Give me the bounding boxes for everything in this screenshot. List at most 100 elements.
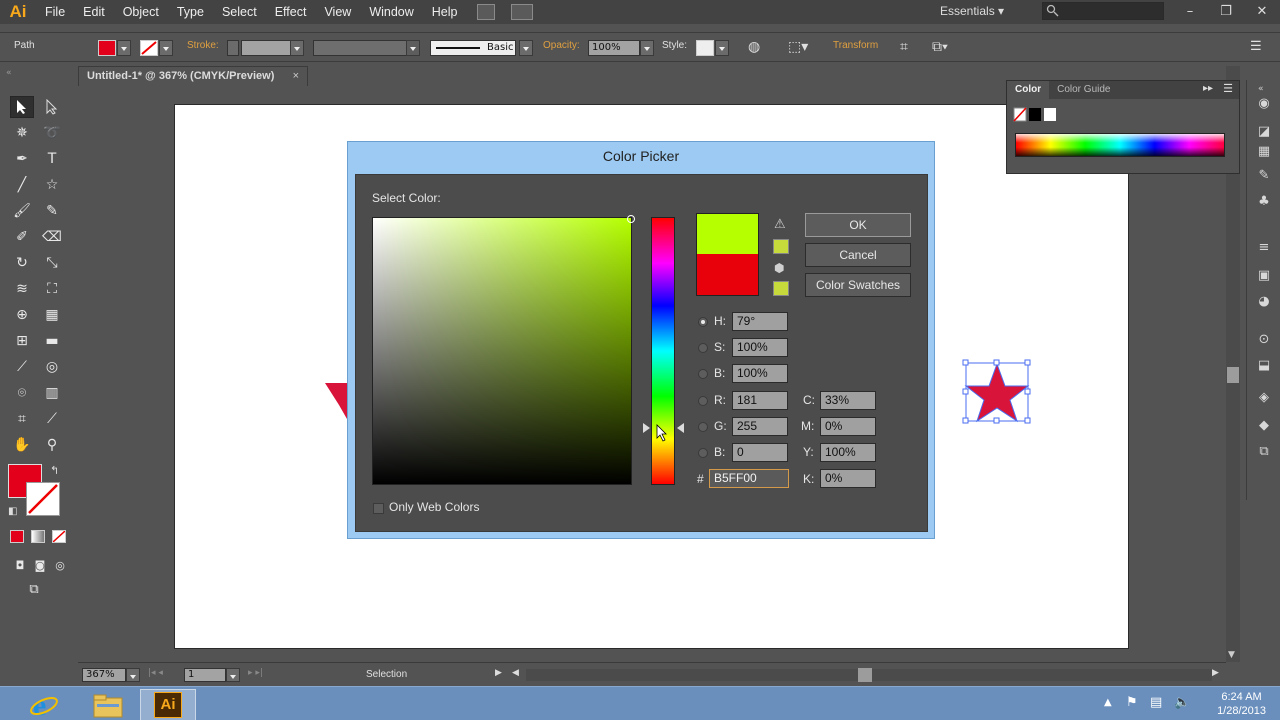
- graphic-style-dropdown[interactable]: [715, 40, 729, 56]
- show-hidden-icons-icon[interactable]: ▲: [1104, 697, 1112, 708]
- zoom-tool-icon[interactable]: ⚲: [40, 434, 64, 456]
- hue-slider-handle-left[interactable]: [643, 423, 650, 433]
- close-icon[interactable]: ✕: [1244, 0, 1280, 22]
- color-panel-icon[interactable]: ◉: [1255, 96, 1273, 112]
- saturation-radio[interactable]: [698, 343, 708, 353]
- swatches-icon[interactable]: ▦: [1255, 144, 1273, 160]
- black-field[interactable]: 0%: [820, 469, 876, 488]
- transparency-icon[interactable]: ◕: [1255, 294, 1273, 310]
- column-graph-tool-icon[interactable]: ▥: [40, 382, 64, 404]
- line-tool-icon[interactable]: ╱: [10, 174, 34, 196]
- shape-builder-tool-icon[interactable]: ⊕: [10, 304, 34, 326]
- cyan-field[interactable]: 33%: [820, 391, 876, 410]
- star-tool-icon[interactable]: ☆: [40, 174, 64, 196]
- stroke-label[interactable]: Stroke:: [187, 40, 219, 51]
- arrange-documents-icon[interactable]: [510, 4, 533, 20]
- default-fill-stroke-icon[interactable]: ◧: [8, 506, 17, 517]
- screen-mode-icon[interactable]: ⧉: [22, 578, 46, 600]
- menu-view[interactable]: View: [315, 0, 360, 24]
- menu-file[interactable]: File: [36, 0, 74, 24]
- file-explorer-icon[interactable]: [80, 689, 136, 720]
- bridge-icon[interactable]: [476, 4, 495, 20]
- eyedropper-tool-icon[interactable]: ⟋: [10, 356, 34, 378]
- graphic-styles-icon[interactable]: ⬓: [1255, 358, 1273, 374]
- rotate-tool-icon[interactable]: ↻: [10, 252, 34, 274]
- selected-star-shape[interactable]: [961, 357, 1031, 427]
- scroll-left-icon[interactable]: ◀: [512, 668, 519, 678]
- only-web-colors-label[interactable]: Only Web Colors: [389, 500, 479, 514]
- menu-select[interactable]: Select: [213, 0, 266, 24]
- draw-inside-icon[interactable]: ◎: [48, 554, 72, 576]
- search-input[interactable]: [1042, 2, 1164, 20]
- mesh-tool-icon[interactable]: ⊞: [10, 330, 34, 352]
- internet-explorer-icon[interactable]: e: [16, 689, 72, 720]
- maximize-icon[interactable]: ❐: [1208, 0, 1244, 22]
- symbols-icon[interactable]: ♣: [1255, 194, 1273, 210]
- web-safe-color-swatch[interactable]: [773, 281, 789, 296]
- horizontal-scroll-thumb[interactable]: [858, 668, 872, 682]
- color-panel-menu-icon[interactable]: ☰: [1223, 82, 1233, 95]
- red-radio[interactable]: [698, 396, 708, 406]
- volume-icon[interactable]: 🔈: [1174, 695, 1190, 710]
- green-field[interactable]: 255: [732, 417, 788, 436]
- appearance-icon[interactable]: ⊙: [1255, 332, 1273, 348]
- warp-tool-icon[interactable]: ≋: [10, 278, 34, 300]
- gradient-tool-icon[interactable]: ▬: [40, 330, 64, 352]
- stroke-dropdown[interactable]: [159, 40, 173, 56]
- artboards-icon[interactable]: ⧉: [1255, 444, 1273, 460]
- perspective-grid-tool-icon[interactable]: ▦: [40, 304, 64, 326]
- stroke-panel-icon[interactable]: ≡: [1255, 240, 1273, 256]
- hue-slider-handle-right[interactable]: [677, 423, 684, 433]
- opacity-field[interactable]: 100%: [588, 40, 640, 56]
- original-color-preview[interactable]: [696, 254, 759, 296]
- last-artboard-icon[interactable]: ▸ ▸|: [248, 668, 263, 678]
- menu-window[interactable]: Window: [360, 0, 422, 24]
- blob-brush-tool-icon[interactable]: ✐: [10, 226, 34, 248]
- layers-icon[interactable]: ◆: [1255, 418, 1273, 434]
- collapse-dock-icon[interactable]: «: [1258, 84, 1264, 94]
- expand-panel-icon[interactable]: ▸▸: [1203, 83, 1213, 94]
- selection-tool-icon[interactable]: [10, 96, 34, 118]
- taskbar-illustrator-button[interactable]: Ai: [140, 689, 196, 720]
- hex-field[interactable]: B5FF00: [709, 469, 789, 488]
- hue-field[interactable]: 79°: [732, 312, 788, 331]
- eraser-tool-icon[interactable]: ⌫: [40, 226, 64, 248]
- status-menu-icon[interactable]: ▶: [495, 668, 502, 678]
- cancel-button[interactable]: Cancel: [805, 243, 911, 267]
- color-panel-swatches[interactable]: [1013, 107, 1063, 123]
- recolor-artwork-icon[interactable]: ◍: [748, 38, 760, 55]
- yellow-field[interactable]: 100%: [820, 443, 876, 462]
- arrange-icon[interactable]: ⧉▾: [932, 38, 948, 55]
- symbol-sprayer-tool-icon[interactable]: ⌾: [10, 382, 34, 404]
- menu-type[interactable]: Type: [168, 0, 213, 24]
- panel-menu-icon[interactable]: ☰: [1250, 38, 1262, 54]
- artboard-number-field[interactable]: 1: [184, 668, 226, 682]
- align-icon[interactable]: ⬚▾: [788, 38, 808, 55]
- system-clock[interactable]: 6:24 AM 1/28/2013: [1217, 690, 1266, 718]
- menu-help[interactable]: Help: [423, 0, 467, 24]
- menu-effect[interactable]: Effect: [266, 0, 316, 24]
- direct-selection-tool-icon[interactable]: [40, 96, 64, 118]
- color-selection-marker[interactable]: [627, 215, 635, 223]
- brushes-icon[interactable]: ✎: [1255, 168, 1273, 184]
- close-document-icon[interactable]: ×: [293, 67, 299, 86]
- stroke-color-box[interactable]: [26, 482, 60, 516]
- brush-definition-field[interactable]: Basic: [430, 40, 516, 56]
- blue-radio[interactable]: [698, 448, 708, 458]
- scroll-right-icon[interactable]: ▶: [1212, 668, 1219, 678]
- brightness-field[interactable]: 100%: [732, 364, 788, 383]
- red-field[interactable]: 181: [732, 391, 788, 410]
- blue-field[interactable]: 0: [732, 443, 788, 462]
- pencil-tool-icon[interactable]: ✎: [40, 200, 64, 222]
- in-gamut-color-swatch[interactable]: [773, 239, 789, 254]
- vertical-scroll-thumb[interactable]: [1227, 367, 1239, 383]
- tab-color[interactable]: Color: [1007, 81, 1050, 99]
- ok-button[interactable]: OK: [805, 213, 911, 237]
- hand-tool-icon[interactable]: ✋: [10, 434, 34, 456]
- none-mode-button[interactable]: [52, 530, 66, 543]
- stroke-weight-dropdown[interactable]: [290, 40, 304, 56]
- opacity-dropdown[interactable]: [640, 40, 654, 56]
- artboard-tool-icon[interactable]: ⌗: [10, 408, 34, 430]
- lasso-tool-icon[interactable]: ➰: [40, 122, 64, 144]
- swap-fill-stroke-icon[interactable]: ↰: [50, 464, 59, 477]
